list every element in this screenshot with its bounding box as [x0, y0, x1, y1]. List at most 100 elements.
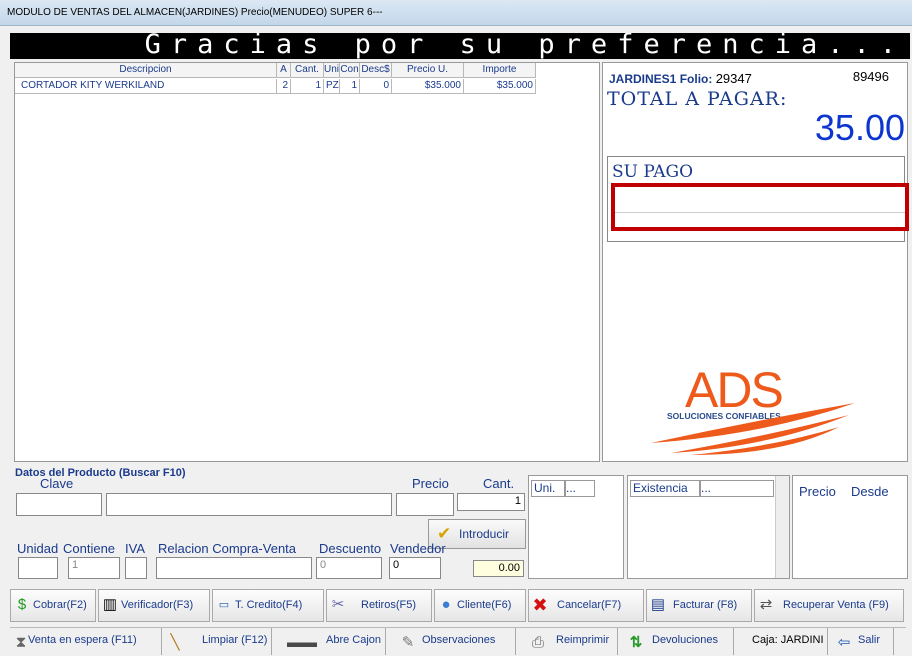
table-row-con[interactable]: 1 — [340, 79, 360, 94]
observaciones-button[interactable]: ✎ Observaciones — [388, 628, 516, 655]
notes-icon: ✎ — [401, 634, 415, 651]
user-icon: ● — [441, 596, 451, 613]
col-a[interactable]: A — [277, 63, 291, 78]
precio-input[interactable] — [396, 493, 454, 516]
col-precio[interactable]: Precio U. — [392, 63, 464, 78]
logo-brand: ADS — [685, 362, 782, 418]
recuperar-label: Recuperar Venta (F9) — [783, 599, 889, 611]
cliente-label: Cliente(F6) — [457, 599, 512, 611]
col-uni[interactable]: Uni — [324, 63, 340, 78]
table-row-desc[interactable]: 0 — [360, 79, 392, 94]
iva-input[interactable] — [125, 557, 147, 579]
bottom-toolbar: ⧗ Venta en espera (F11) ╲ Limpiar (F12) ▬▬… — [10, 627, 906, 655]
existencia-header[interactable]: Existencia — [630, 480, 700, 497]
facturar-button[interactable]: ▤ Facturar (F8) — [646, 589, 752, 622]
unit-panel[interactable]: Uni. ... — [528, 475, 624, 579]
folio-label: Folio: — [679, 72, 713, 86]
espera-button[interactable]: ⧗ Venta en espera (F11) — [10, 628, 162, 655]
cobrar-button[interactable]: $ Cobrar(F2) — [10, 589, 96, 622]
limpiar-label: Limpiar (F12) — [202, 634, 268, 646]
verificador-button[interactable]: ▥ Verificador(F3) — [98, 589, 210, 622]
clave-input[interactable] — [16, 493, 102, 516]
cancelar-label: Cancelar(F7) — [557, 599, 622, 611]
contiene-input[interactable]: 1 — [68, 557, 120, 579]
barcode-icon: ▥ — [102, 596, 118, 613]
salir-label: Salir — [858, 634, 881, 646]
uni-header[interactable]: Uni. — [531, 480, 565, 497]
iva-label: IVA — [125, 541, 145, 556]
recuperar-button[interactable]: ⇄ Recuperar Venta (F9) — [754, 589, 904, 622]
price-panel[interactable]: Precio Desde — [792, 475, 908, 579]
cliente-button[interactable]: ● Cliente(F6) — [434, 589, 526, 622]
total-label: TOTAL A PAGAR: — [607, 88, 788, 110]
description-input[interactable] — [106, 493, 392, 516]
cant-label: Cant. — [483, 476, 515, 491]
sales-grid[interactable]: Descripcion A Cant. Uni Con Desc$ Precio… — [14, 62, 600, 462]
salir-button[interactable]: ⇦ Salir — [830, 628, 894, 655]
printer-icon: ⎙ — [531, 634, 544, 651]
payment-input[interactable] — [611, 183, 909, 231]
title-bar: MODULO DE VENTAS DEL ALMACEN(JARDINES) P… — [0, 0, 912, 26]
withdraw-icon: ✂ — [331, 596, 345, 613]
col-desc[interactable]: Desc$ — [360, 63, 392, 78]
thanks-banner: Gracias por su preferencia... — [10, 33, 910, 59]
col-descripcion[interactable]: Descripcion — [15, 63, 277, 78]
credito-label: T. Credito(F4) — [235, 599, 303, 611]
retiros-label: Retiros(F5) — [361, 599, 417, 611]
cancelar-button[interactable]: ✖ Cancelar(F7) — [528, 589, 644, 622]
window-title: MODULO DE VENTAS DEL ALMACEN(JARDINES) P… — [7, 7, 383, 18]
invoice-icon: ▤ — [650, 596, 666, 613]
summary-panel: JARDINES1 Folio: 29347 89496 TOTAL A PAG… — [602, 62, 909, 462]
table-row-descripcion[interactable]: CORTADOR KITY WERKILAND — [15, 79, 277, 94]
col-cant[interactable]: Cant. — [291, 63, 324, 78]
descuento-label: Descuento — [319, 541, 382, 556]
col-con[interactable]: Con — [340, 63, 360, 78]
retiros-button[interactable]: ✂ Retiros(F5) — [326, 589, 432, 622]
table-row-precio[interactable]: $35.000 — [392, 79, 464, 94]
descuento-input[interactable]: 0 — [316, 557, 382, 579]
hourglass-icon: ⧗ — [15, 634, 27, 651]
total-amount: 35.00 — [814, 107, 905, 148]
sales-window: MODULO DE VENTAS DEL ALMACEN(JARDINES) P… — [0, 0, 912, 656]
total-field: 0.00 — [473, 560, 524, 577]
cobrar-label: Cobrar(F2) — [33, 599, 87, 611]
col-importe[interactable]: Importe — [464, 63, 536, 78]
credito-button[interactable]: ▭ T. Credito(F4) — [212, 589, 324, 622]
exit-icon: ⇦ — [837, 634, 851, 651]
drawer-icon: ▬▬ — [287, 634, 317, 651]
table-row-cant[interactable]: 1 — [291, 79, 324, 94]
vendedor-input[interactable]: 0 — [389, 557, 441, 579]
introducir-label: Introducir — [459, 527, 510, 541]
uni-more[interactable]: ... — [565, 480, 595, 497]
payment-label: SU PAGO — [612, 162, 694, 182]
return-arrows-icon: ⇅ — [629, 634, 643, 651]
unidad-input[interactable] — [18, 557, 58, 579]
espera-label: Venta en espera (F11) — [28, 634, 137, 646]
table-row-a[interactable]: 2 — [277, 79, 291, 94]
existencia-more[interactable]: ... — [700, 480, 774, 497]
precio-header: Precio — [799, 484, 836, 499]
clave-label: Clave — [40, 476, 74, 491]
abre-cajon-label: Abre Cajon — [326, 634, 382, 646]
ads-logo: ADS SOLUCIONES CONFIABLES — [643, 355, 863, 455]
contiene-label: Contiene — [63, 541, 116, 556]
stock-scrollbar[interactable] — [775, 476, 789, 578]
reimprimir-button[interactable]: ⎙ Reimprimir — [518, 628, 618, 655]
desde-header: Desde — [851, 484, 889, 499]
limpiar-button[interactable]: ╲ Limpiar (F12) — [164, 628, 272, 655]
abre-cajon-button[interactable]: ▬▬ Abre Cajon — [274, 628, 386, 655]
cant-input[interactable]: 1 — [457, 493, 525, 511]
table-row-uni[interactable]: PZA — [324, 79, 340, 94]
verificador-label: Verificador(F3) — [121, 599, 194, 611]
folio-line: JARDINES1 Folio: 29347 — [609, 71, 752, 86]
table-row-importe[interactable]: $35.000 — [464, 79, 536, 94]
relacion-label: Relacion Compra-Venta — [158, 541, 297, 556]
devoluciones-button[interactable]: ⇅ Devoluciones — [620, 628, 734, 655]
reimprimir-label: Reimprimir — [556, 634, 610, 646]
payment-box: SU PAGO — [607, 156, 909, 242]
vendedor-label: Vendedor — [390, 541, 446, 556]
broom-icon: ╲ — [170, 634, 180, 651]
relacion-input[interactable] — [156, 557, 312, 579]
money-icon: $ — [17, 596, 27, 613]
stock-panel[interactable]: Existencia ... — [627, 475, 790, 579]
